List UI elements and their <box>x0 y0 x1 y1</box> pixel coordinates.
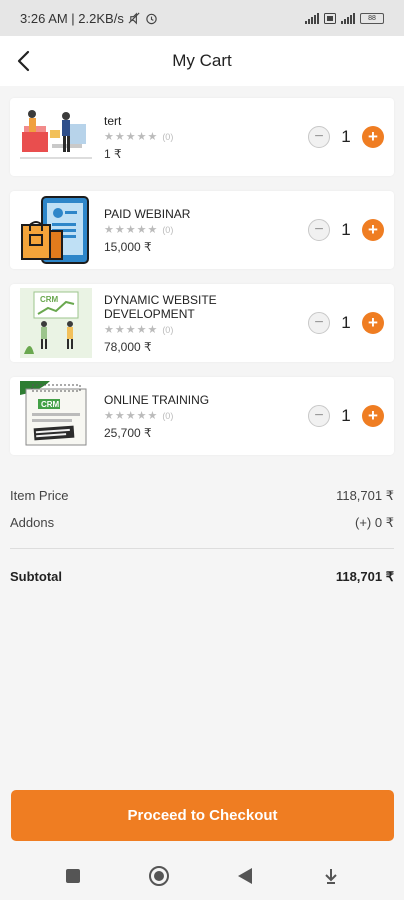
back-arrow-icon[interactable] <box>12 48 38 74</box>
price-summary: Item Price 118,701 ₹ Addons (+) 0 ₹ Subt… <box>0 470 404 590</box>
increase-quantity-button[interactable]: + <box>362 126 384 148</box>
addons-row: Addons (+) 0 ₹ <box>10 509 394 536</box>
item-price: 1 ₹ <box>104 146 122 161</box>
status-time-speed: 3:26 AM | 2.2KB/s <box>20 10 124 26</box>
item-name: PAID WEBINAR <box>104 206 191 221</box>
cart-item[interactable]: tert ★★★★★ (0) 1 ₹ − 1 + <box>10 98 394 176</box>
back-button[interactable] <box>233 864 257 888</box>
triangle-back-icon <box>238 868 252 884</box>
rating-stars: ★★★★★ (0) <box>104 130 302 143</box>
decrease-quantity-button[interactable]: − <box>308 405 330 427</box>
item-price: 15,000 ₹ <box>104 239 152 254</box>
webinar-illustration-icon <box>20 195 92 265</box>
signal-icon <box>305 12 319 24</box>
decrease-quantity-button[interactable]: − <box>308 126 330 148</box>
item-info: ONLINE TRAINING ★★★★★ (0) 25,700 ₹ <box>104 393 302 440</box>
app-header: My Cart <box>0 36 404 86</box>
rating-count: (0) <box>162 224 174 235</box>
increase-quantity-button[interactable]: + <box>362 312 384 334</box>
item-price: 78,000 ₹ <box>104 339 152 354</box>
svg-text:CRM: CRM <box>41 400 60 409</box>
subtotal-value: 118,701 ₹ <box>335 568 394 584</box>
battery-icon: 88 <box>360 12 384 24</box>
alarm-icon <box>146 13 157 24</box>
star-icons: ★★★★★ <box>104 409 159 422</box>
status-right: 88 <box>305 12 384 24</box>
summary-divider <box>10 548 394 549</box>
collapse-button[interactable] <box>319 864 343 888</box>
shopping-illustration-icon <box>20 102 92 172</box>
decrease-quantity-button[interactable]: − <box>308 219 330 241</box>
cart-item[interactable]: CRM ONLINE TRAINING ★★★★★ (0) 25,700 ₹ − … <box>10 377 394 455</box>
rating-stars: ★★★★★ (0) <box>104 223 302 236</box>
quantity-value: 1 <box>341 220 351 239</box>
home-button[interactable] <box>147 864 171 888</box>
star-icons: ★★★★★ <box>104 323 159 336</box>
square-icon <box>66 869 80 883</box>
rating-stars: ★★★★★ (0) <box>104 409 302 422</box>
addons-label: Addons <box>10 515 55 530</box>
subtotal-row: Subtotal 118,701 ₹ <box>10 563 394 590</box>
item-price: 25,700 ₹ <box>104 425 152 440</box>
rating-count: (0) <box>162 410 174 421</box>
increase-quantity-button[interactable]: + <box>362 219 384 241</box>
product-thumbnail: CRM <box>20 288 92 358</box>
item-price-row: Item Price 118,701 ₹ <box>10 482 394 509</box>
arrow-down-icon <box>325 869 337 884</box>
cart-item[interactable]: CRM DYNAMIC WEBSITE DEVELOPMENT ★★★★★ (0)… <box>10 284 394 362</box>
item-info: tert ★★★★★ (0) 1 ₹ <box>104 114 302 161</box>
volte-icon <box>324 12 336 24</box>
increase-quantity-button[interactable]: + <box>362 405 384 427</box>
crm-illustration-icon: CRM <box>20 288 92 358</box>
quantity-stepper: − 1 + <box>308 312 384 334</box>
cart-list: tert ★★★★★ (0) 1 ₹ − 1 + PAID WEBINAR ★★… <box>0 86 404 455</box>
item-name: ONLINE TRAINING <box>104 392 210 407</box>
quantity-stepper: − 1 + <box>308 405 384 427</box>
proceed-to-checkout-button[interactable]: Proceed to Checkout <box>11 790 394 841</box>
decrease-quantity-button[interactable]: − <box>308 312 330 334</box>
quantity-value: 1 <box>341 313 351 332</box>
signal-icon-2 <box>341 12 355 24</box>
page-title: My Cart <box>172 51 232 70</box>
status-left: 3:26 AM | 2.2KB/s <box>20 11 158 26</box>
item-price-value: 118,701 ₹ <box>336 487 394 503</box>
circle-icon <box>149 866 169 886</box>
svg-text:CRM: CRM <box>40 295 59 304</box>
quantity-value: 1 <box>341 127 351 146</box>
item-price-label: Item Price <box>10 488 69 503</box>
system-nav-bar <box>0 852 404 900</box>
star-icons: ★★★★★ <box>104 223 159 236</box>
product-thumbnail: CRM <box>20 381 92 451</box>
cart-item[interactable]: PAID WEBINAR ★★★★★ (0) 15,000 ₹ − 1 + <box>10 191 394 269</box>
status-bar: 3:26 AM | 2.2KB/s 88 <box>0 0 404 36</box>
item-name: DYNAMIC WEBSITE DEVELOPMENT <box>104 292 217 321</box>
addons-value: (+) 0 ₹ <box>355 514 394 530</box>
product-thumbnail <box>20 102 92 172</box>
subtotal-label: Subtotal <box>10 569 62 584</box>
crm-calendar-illustration-icon: CRM <box>20 381 92 451</box>
rating-count: (0) <box>162 131 174 142</box>
quantity-stepper: − 1 + <box>308 126 384 148</box>
mute-icon <box>128 12 140 24</box>
item-info: PAID WEBINAR ★★★★★ (0) 15,000 ₹ <box>104 207 302 254</box>
star-icons: ★★★★★ <box>104 130 159 143</box>
quantity-value: 1 <box>341 406 351 425</box>
rating-count: (0) <box>162 324 174 335</box>
rating-stars: ★★★★★ (0) <box>104 323 302 336</box>
recents-button[interactable] <box>61 864 85 888</box>
product-thumbnail <box>20 195 92 265</box>
item-name: tert <box>104 113 122 128</box>
item-info: DYNAMIC WEBSITE DEVELOPMENT ★★★★★ (0) 78,… <box>104 293 302 354</box>
quantity-stepper: − 1 + <box>308 219 384 241</box>
